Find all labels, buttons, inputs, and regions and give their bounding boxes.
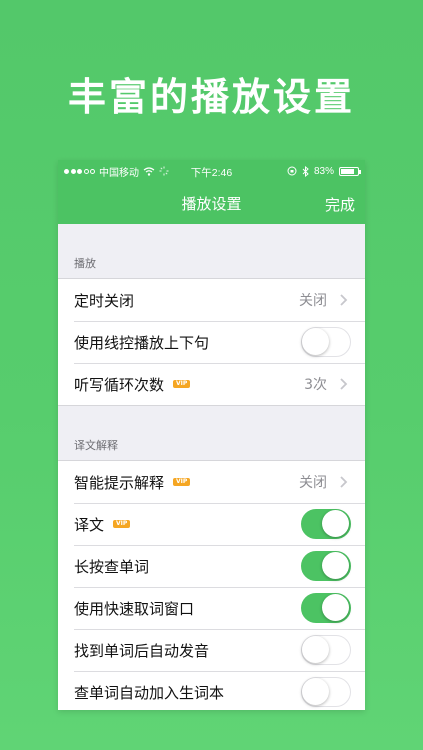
vip-badge: VIP <box>173 380 191 388</box>
row-value-text: 关闭 <box>299 293 327 309</box>
toggle-knob <box>302 636 329 663</box>
settings-row[interactable]: 使用快速取词窗口 <box>58 587 365 629</box>
section-header: 播放 <box>74 257 96 270</box>
vip-badge: VIP <box>173 478 191 486</box>
section-header: 译文解释 <box>74 439 118 452</box>
row-label: 听写循环次数 <box>74 375 165 394</box>
battery-fill <box>341 168 355 174</box>
row-label: 使用快速取词窗口 <box>74 599 195 618</box>
row-label: 智能提示解释 <box>74 473 165 492</box>
settings-row[interactable]: 查单词自动加入生词本 <box>58 671 365 710</box>
settings-list: 播放 定时关闭 关闭 使用线控播放上下句 听写循环次数 VIP 3次 译文解释 智能提示解释 VI… <box>58 224 365 710</box>
toggle-knob <box>302 328 329 355</box>
settings-row[interactable]: 听写循环次数 VIP 3次 <box>58 363 365 405</box>
chevron-right-icon <box>340 294 348 306</box>
nav-title: 播放设置 <box>181 194 242 213</box>
toggle-switch[interactable] <box>301 551 351 581</box>
settings-row[interactable]: 译文 VIP <box>58 503 365 545</box>
row-value-text: 3次 <box>304 377 327 393</box>
row-value[interactable]: 关闭 <box>299 472 351 492</box>
toggle-switch[interactable] <box>301 509 351 539</box>
row-label: 查单词自动加入生词本 <box>74 683 225 702</box>
settings-row[interactable]: 找到单词后自动发音 <box>58 629 365 671</box>
toggle-switch[interactable] <box>301 635 351 665</box>
toggle-knob <box>322 510 349 537</box>
settings-row[interactable]: 定时关闭 关闭 <box>58 279 365 321</box>
toggle-knob <box>302 678 329 705</box>
toggle-switch[interactable] <box>301 593 351 623</box>
row-label: 定时关闭 <box>74 291 135 310</box>
done-button[interactable]: 完成 <box>325 194 355 215</box>
settings-group: 定时关闭 关闭使用线控播放上下句 听写循环次数 VIP 3次 <box>58 278 365 406</box>
settings-row[interactable]: 使用线控播放上下句 <box>58 321 365 363</box>
row-label: 找到单词后自动发音 <box>74 641 210 660</box>
toggle-switch[interactable] <box>301 327 351 357</box>
navigation-bar: 播放设置 完成 <box>58 182 365 224</box>
row-value[interactable]: 关闭 <box>299 290 351 310</box>
settings-row[interactable]: 智能提示解释 VIP 关闭 <box>58 461 365 503</box>
row-label: 译文 <box>74 515 105 534</box>
status-bar: 中国移动 下午2:46 83% <box>58 160 365 182</box>
row-label: 使用线控播放上下句 <box>74 333 210 352</box>
settings-group: 智能提示解释 VIP 关闭译文 VIP 长按查单词使用快速取词窗口 找到单词后自动发音 查单… <box>58 460 365 710</box>
toggle-knob <box>322 552 349 579</box>
row-value[interactable]: 3次 <box>304 374 351 394</box>
toggle-knob <box>322 594 349 621</box>
battery-icon <box>339 166 361 176</box>
row-label: 长按查单词 <box>74 557 150 576</box>
vip-badge: VIP <box>113 520 131 528</box>
chevron-right-icon <box>340 476 348 488</box>
promo-headline: 丰富的播放设置 <box>67 75 355 119</box>
toggle-switch[interactable] <box>301 677 351 707</box>
status-time: 下午2:46 <box>190 167 233 179</box>
settings-row[interactable]: 长按查单词 <box>58 545 365 587</box>
phone-screen: 中国移动 下午2:46 83% 播放设置 完成 播放 定时关闭 关闭 使用线控播… <box>58 160 365 710</box>
chevron-right-icon <box>340 378 348 390</box>
row-value-text: 关闭 <box>299 475 327 491</box>
